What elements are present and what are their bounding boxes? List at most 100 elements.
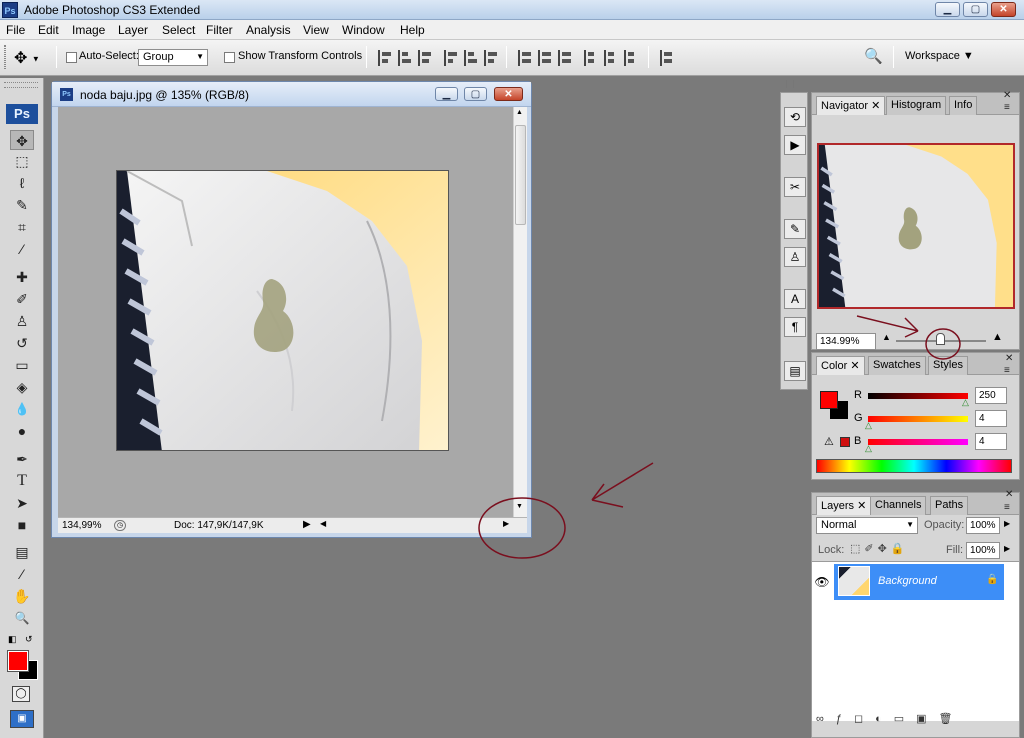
notes-tool[interactable]: ▤ [10, 542, 34, 562]
tool-presets-icon[interactable]: ✂ [784, 177, 806, 197]
menu-edit[interactable]: Edit [38, 23, 59, 37]
layer-row-background[interactable]: Background 🔒 [834, 564, 1004, 600]
tab-paths[interactable]: Paths [930, 496, 969, 515]
bridge-icon[interactable]: 🔍 [864, 47, 886, 67]
move-tool-preset-icon[interactable]: ✥ ▼ [14, 48, 40, 68]
strip-grip[interactable] [786, 80, 794, 88]
show-transform-checkbox[interactable] [224, 52, 235, 63]
tab-info[interactable]: Info [949, 96, 978, 115]
clone-stamp-tool[interactable]: ♙ [10, 311, 34, 331]
menu-layer[interactable]: Layer [118, 23, 148, 37]
brush-tool[interactable]: ✐ [10, 289, 34, 309]
brushes-icon[interactable]: ✎ [784, 219, 806, 239]
panel-close-icon[interactable]: ✕ [1005, 353, 1013, 364]
tab-navigator[interactable]: Navigator ✕ [816, 96, 886, 115]
blur-tool[interactable]: 💧 [10, 399, 34, 419]
character-icon[interactable]: A [784, 289, 806, 309]
doc-minimize-button[interactable]: ▁ [435, 87, 458, 101]
vertical-scrollbar[interactable]: ▲ ▼ [513, 107, 527, 517]
status-info-icon[interactable]: ◷ [114, 520, 126, 531]
scroll-down-icon[interactable]: ▼ [516, 503, 523, 510]
align-bottom-icon[interactable] [418, 50, 432, 66]
toolbox-grip[interactable] [4, 82, 38, 88]
distribute-vcenter-icon[interactable] [538, 50, 552, 66]
align-right-icon[interactable] [484, 50, 498, 66]
distribute-left-icon[interactable] [584, 50, 598, 66]
lock-icons[interactable]: ⬚✐✥🔒 [850, 542, 909, 555]
minimize-button[interactable]: ▁ [935, 2, 960, 17]
color-fg-swatch[interactable] [820, 391, 838, 409]
panel-menu-icon[interactable]: ≡ [1004, 365, 1010, 376]
g-value[interactable]: 4 [975, 410, 1007, 427]
panel-close-icon[interactable]: ✕ [1005, 489, 1013, 500]
align-left-icon[interactable] [444, 50, 458, 66]
layers-footer-icons[interactable]: ∞ƒ◻◐▭▣🗑 [816, 712, 965, 725]
menu-analysis[interactable]: Analysis [246, 23, 291, 37]
shape-tool[interactable]: ■ [10, 515, 34, 535]
warning-icon[interactable]: ⚠ [824, 435, 834, 448]
b-value[interactable]: 4 [975, 433, 1007, 450]
eyedropper2-tool[interactable]: ⁄ [10, 564, 34, 584]
tab-styles[interactable]: Styles [928, 356, 968, 375]
tab-layers[interactable]: Layers ✕ [816, 496, 872, 515]
distribute-hcenter-icon[interactable] [604, 50, 618, 66]
tab-color[interactable]: Color ✕ [816, 356, 865, 375]
g-slider[interactable] [868, 416, 968, 422]
align-top-icon[interactable] [378, 50, 392, 66]
scroll-up-icon[interactable]: ▲ [516, 109, 523, 116]
crop-tool[interactable]: ⌗ [10, 217, 34, 237]
distribute-bottom-icon[interactable] [558, 50, 572, 66]
gamut-swatch[interactable] [840, 437, 850, 447]
zoom-tool[interactable]: 🔍 [10, 608, 34, 628]
tab-channels[interactable]: Channels [870, 496, 927, 515]
default-colors-icon[interactable]: ◧ ↺ [8, 634, 33, 645]
navigator-zoom-input[interactable]: 134.99% [816, 333, 876, 350]
healing-brush-tool[interactable]: ✚ [10, 267, 34, 287]
auto-align-icon[interactable] [660, 50, 674, 66]
scroll-left-icon[interactable]: ◀ [320, 519, 326, 528]
workspace-button[interactable]: Workspace ▼ [905, 50, 974, 62]
auto-select-checkbox[interactable] [66, 52, 77, 63]
b-slider[interactable] [868, 439, 968, 445]
r-slider[interactable] [868, 393, 968, 399]
tab-histogram[interactable]: Histogram [886, 96, 947, 115]
type-tool[interactable]: T [10, 471, 34, 491]
menu-window[interactable]: Window [342, 23, 385, 37]
r-value[interactable]: 250 [975, 387, 1007, 404]
tab-swatches[interactable]: Swatches [868, 356, 926, 375]
doc-close-button[interactable]: ✕ [494, 87, 523, 101]
scroll-right-icon[interactable]: ▶ [503, 519, 509, 528]
distribute-right-icon[interactable] [624, 50, 638, 66]
distribute-top-icon[interactable] [518, 50, 532, 66]
eyedropper-tool[interactable]: ⁄ [10, 239, 34, 259]
g-slider-thumb[interactable]: △ [865, 420, 872, 431]
color-ramp[interactable] [816, 459, 1012, 473]
dodge-tool[interactable]: ● [10, 421, 34, 441]
menu-image[interactable]: Image [72, 23, 105, 37]
actions-icon[interactable]: ▶ [784, 135, 806, 155]
fill-value[interactable]: 100% [966, 542, 1000, 559]
fill-arrow-icon[interactable]: ▶ [1004, 544, 1010, 553]
marquee-tool[interactable]: ⬚ [10, 151, 34, 171]
panel-menu-icon[interactable]: ≡ [1004, 102, 1010, 113]
document-title-bar[interactable]: Ps noda baju.jpg @ 135% (RGB/8) ▁ ▢ ✕ [52, 82, 531, 107]
panel-menu-icon[interactable]: ≡ [1004, 502, 1010, 513]
zoom-level[interactable]: 134,99% [62, 520, 101, 531]
panel-close-icon[interactable]: ✕ [1003, 90, 1011, 101]
history-brush-tool[interactable]: ↺ [10, 333, 34, 353]
menu-filter[interactable]: Filter [206, 23, 233, 37]
path-select-tool[interactable]: ➤ [10, 493, 34, 513]
opacity-arrow-icon[interactable]: ▶ [1004, 519, 1010, 528]
scroll-thumb[interactable] [515, 125, 526, 225]
align-hcenter-icon[interactable] [464, 50, 478, 66]
zoom-out-icon[interactable]: ▲ [882, 332, 891, 342]
r-slider-thumb[interactable]: △ [962, 397, 969, 408]
menu-help[interactable]: Help [400, 23, 425, 37]
zoom-slider-thumb[interactable] [936, 333, 945, 345]
paragraph-icon[interactable]: ¶ [784, 317, 806, 337]
quick-select-tool[interactable]: ✎ [10, 195, 34, 215]
history-icon[interactable]: ⟲ [784, 107, 806, 127]
pen-tool[interactable]: ✒ [10, 449, 34, 469]
doc-maximize-button[interactable]: ▢ [464, 87, 487, 101]
opacity-value[interactable]: 100% [966, 517, 1000, 534]
